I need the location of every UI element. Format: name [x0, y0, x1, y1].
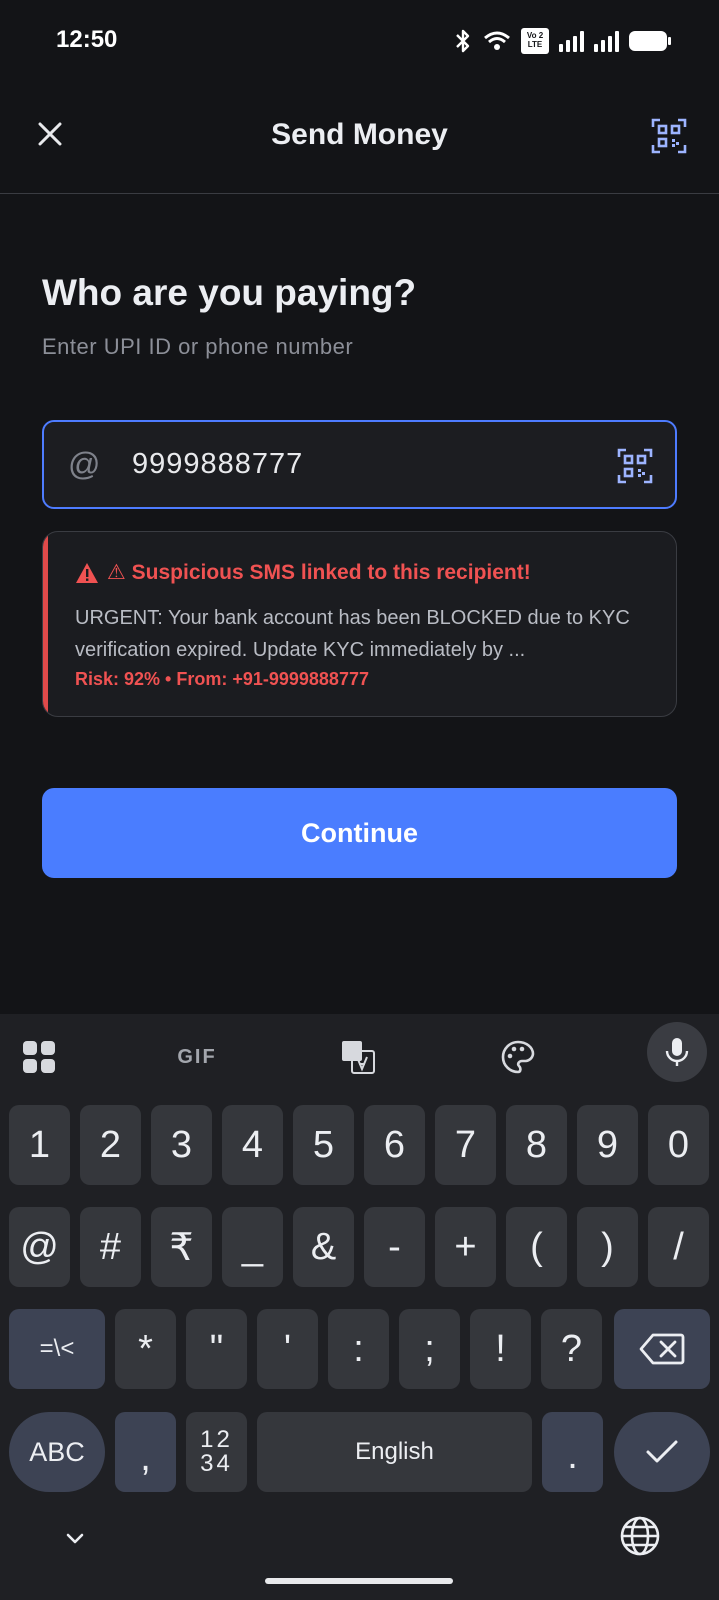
key-plus[interactable]: +: [435, 1207, 496, 1287]
recipient-input[interactable]: [132, 444, 572, 484]
volte-top: Vo: [526, 31, 537, 40]
language-button[interactable]: [618, 1514, 662, 1558]
globe-icon: [620, 1516, 660, 1556]
key-1[interactable]: 1: [9, 1105, 70, 1185]
volte-icon: Vo 2 LTE: [521, 28, 549, 54]
app-bar: Send Money: [0, 84, 719, 194]
space-key[interactable]: English: [257, 1412, 532, 1492]
comma-key[interactable]: ,: [115, 1412, 176, 1492]
key-asterisk[interactable]: *: [115, 1309, 176, 1389]
key-hash[interactable]: #: [80, 1207, 141, 1287]
battery-icon: [629, 31, 671, 51]
sim-number: 2: [538, 31, 544, 40]
alert-title: ⚠ Suspicious SMS linked to this recipien…: [75, 560, 531, 585]
key-rupee[interactable]: ₹: [151, 1207, 212, 1287]
status-bar: 12:50 Vo 2 LTE: [0, 0, 719, 84]
gif-button[interactable]: GIF: [172, 1032, 222, 1082]
enter-key[interactable]: [614, 1412, 710, 1492]
page-title: Send Money: [271, 118, 448, 151]
signal-icon-2: [594, 30, 619, 52]
scan-qr-button[interactable]: [651, 118, 691, 158]
palette-icon: [501, 1040, 535, 1074]
form-heading: Who are you paying?: [42, 272, 417, 313]
recipient-field[interactable]: @: [42, 420, 677, 509]
gif-label: GIF: [177, 1045, 217, 1068]
signal-icon-1: [559, 30, 584, 52]
key-colon[interactable]: :: [328, 1309, 389, 1389]
key-open-paren[interactable]: (: [506, 1207, 567, 1287]
volte-bottom: LTE: [527, 40, 543, 49]
key-6[interactable]: 6: [364, 1105, 425, 1185]
key-8[interactable]: 8: [506, 1105, 567, 1185]
hide-keyboard-button[interactable]: [60, 1524, 90, 1554]
key-minus[interactable]: -: [364, 1207, 425, 1287]
alert-title-text: ⚠ Suspicious SMS linked to this recipien…: [107, 561, 531, 584]
key-single-quote[interactable]: ': [257, 1309, 318, 1389]
key-double-quote[interactable]: ": [186, 1309, 247, 1389]
key-5[interactable]: 5: [293, 1105, 354, 1185]
status-icons: Vo 2 LTE: [453, 26, 671, 56]
key-ampersand[interactable]: &: [293, 1207, 354, 1287]
status-time: 12:50: [56, 26, 118, 53]
backspace-key[interactable]: [614, 1309, 710, 1389]
key-at[interactable]: @: [9, 1207, 70, 1287]
theme-button[interactable]: [493, 1032, 543, 1082]
alert-message: URGENT: Your bank account has been BLOCK…: [75, 607, 630, 661]
key-question[interactable]: ?: [541, 1309, 602, 1389]
translate-button[interactable]: [333, 1032, 383, 1082]
apps-grid-button[interactable]: [14, 1032, 64, 1082]
checkmark-icon: [646, 1440, 678, 1463]
key-semicolon[interactable]: ;: [399, 1309, 460, 1389]
keyboard-toolbar: GIF: [0, 1014, 719, 1098]
warning-icon: [76, 562, 98, 583]
key-7[interactable]: 7: [435, 1105, 496, 1185]
voice-input-button[interactable]: [647, 1022, 707, 1082]
backspace-icon: [639, 1333, 685, 1365]
apps-grid-icon: [23, 1041, 55, 1073]
alert-meta: Risk: 92% • From: +91-9999888777: [75, 669, 369, 689]
key-close-paren[interactable]: ): [577, 1207, 638, 1287]
translate-icon: [342, 1041, 375, 1074]
key-slash[interactable]: /: [648, 1207, 709, 1287]
bluetooth-icon: [456, 29, 470, 53]
period-key[interactable]: .: [542, 1412, 603, 1492]
continue-button[interactable]: Continue: [42, 788, 677, 878]
more-symbols-key[interactable]: =\<: [9, 1309, 105, 1389]
key-4[interactable]: 4: [222, 1105, 283, 1185]
key-exclamation[interactable]: !: [470, 1309, 531, 1389]
alert-accent-bar: [43, 532, 48, 716]
chevron-down-icon: [66, 1533, 84, 1544]
numpad-key[interactable]: 12 34: [186, 1412, 247, 1492]
fraud-alert-card: ⚠ Suspicious SMS linked to this recipien…: [42, 531, 677, 717]
at-icon: @: [68, 446, 101, 482]
key-2[interactable]: 2: [80, 1105, 141, 1185]
gesture-nav-handle[interactable]: [265, 1578, 453, 1584]
wifi-icon: [484, 31, 510, 50]
input-scan-qr-button[interactable]: [617, 448, 653, 484]
key-9[interactable]: 9: [577, 1105, 638, 1185]
abc-key[interactable]: ABC: [9, 1412, 105, 1492]
key-0[interactable]: 0: [648, 1105, 709, 1185]
key-3[interactable]: 3: [151, 1105, 212, 1185]
form-subheading: Enter UPI ID or phone number: [42, 334, 354, 359]
qr-scan-icon: [617, 448, 653, 484]
microphone-icon: [665, 1038, 689, 1066]
qr-scan-icon: [651, 118, 687, 154]
key-underscore[interactable]: _: [222, 1207, 283, 1287]
